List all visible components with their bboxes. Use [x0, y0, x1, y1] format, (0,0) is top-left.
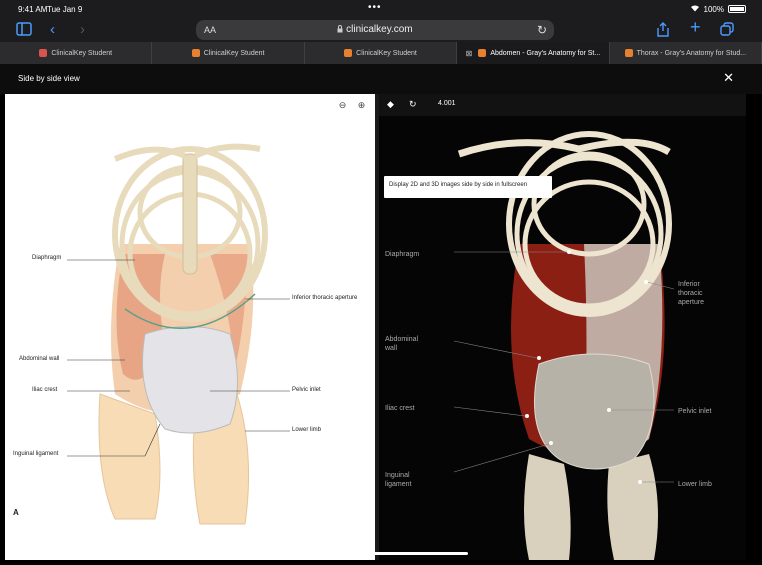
figure-letter: A: [13, 508, 19, 517]
multitasking-dots-icon[interactable]: •••: [368, 2, 382, 13]
favicon-icon: [344, 49, 353, 57]
zoom-in-icon[interactable]: ⊕: [354, 98, 369, 113]
label-iliac-crest: Iliac crest: [32, 387, 58, 393]
label-3d-inguinal-ligament: Inguinal ligament: [385, 472, 412, 488]
tab-3[interactable]: ⊠ Abdomen - Gray's Anatomy for St...: [457, 42, 610, 64]
anatomy-illustration: [67, 143, 290, 525]
tab-label: ClinicalKey Student: [51, 49, 113, 57]
status-right: 100%: [690, 4, 746, 14]
tabs-overview-icon[interactable]: [720, 22, 734, 40]
tooltip: Display 2D and 3D images side by side in…: [384, 176, 552, 198]
model-value: 4.001: [438, 100, 456, 107]
model-toolbar: ◆ ↻ 4.001: [379, 94, 746, 116]
home-indicator[interactable]: [282, 552, 468, 555]
model-panel: ◆ ↻ 4.001 Display 2D and 3D images side …: [379, 94, 746, 560]
favicon-icon: [624, 49, 633, 57]
share-icon[interactable]: [657, 22, 669, 41]
status-time: 9:41 AM: [18, 5, 48, 14]
battery-percent: 100%: [703, 4, 724, 14]
status-date: Tue Jan 9: [47, 5, 83, 14]
favicon-icon: [478, 49, 487, 57]
reset-icon[interactable]: ↻: [409, 99, 417, 110]
label-3d-lower-limb: Lower limb: [678, 481, 712, 488]
tab-label: ClinicalKey Student: [356, 49, 417, 57]
tab-0[interactable]: ClinicalKey Student: [0, 42, 153, 64]
label-inguinal-ligament: Inguinal ligament: [13, 451, 59, 457]
lock-icon: [337, 24, 346, 35]
label-3d-diaphragm: Diaphragm: [385, 251, 420, 258]
label-3d-abdominal-wall: Abdominal wall: [385, 336, 419, 352]
zoom-out-icon[interactable]: ⊖: [335, 98, 350, 113]
tab-2[interactable]: ClinicalKey Student: [305, 42, 458, 64]
label-3d-iliac-crest: Iliac crest: [385, 405, 415, 412]
browser-toolbar: ‹ › AA clinicalkey.com ↻ +: [0, 18, 762, 42]
label-lower-limb: Lower limb: [292, 427, 322, 433]
tab-label: ClinicalKey Student: [203, 49, 265, 57]
illustration-panel: ⊖ ⊕ Diaphragm Inferior thoracic aperture…: [5, 94, 375, 560]
label-3d-inferior-thoracic-aperture: Inferior thoracic aperture: [678, 281, 705, 306]
close-icon[interactable]: ✕: [723, 70, 734, 86]
tab-1[interactable]: ClinicalKey Student: [152, 42, 305, 64]
address-bar[interactable]: AA clinicalkey.com ↻: [196, 20, 554, 40]
new-tab-icon[interactable]: +: [690, 18, 701, 36]
label-3d-pelvic-inlet: Pelvic inlet: [678, 408, 712, 415]
label-abdominal-wall: Abdominal wall: [19, 356, 60, 362]
tab-label: Abdomen - Gray's Anatomy for St...: [490, 49, 601, 57]
zoom-controls: ⊖ ⊕: [335, 98, 369, 113]
wifi-icon: [690, 4, 700, 14]
back-icon[interactable]: ‹: [50, 22, 55, 38]
favicon-icon: [39, 49, 48, 57]
status-bar: 9:41 AM Tue Jan 9 ••• 100%: [0, 0, 762, 18]
label-inferior-thoracic-aperture: Inferior thoracic aperture: [292, 295, 358, 301]
url-text[interactable]: clinicalkey.com: [196, 24, 554, 35]
viewer-header: Side by side view ✕: [0, 64, 762, 94]
tab-label: Thorax - Gray's Anatomy for Stud...: [636, 49, 747, 57]
reload-icon[interactable]: ↻: [537, 23, 547, 37]
viewer-title: Side by side view: [18, 74, 80, 83]
anatomy-3d-model[interactable]: [379, 94, 746, 560]
sidebar-toggle-icon[interactable]: [16, 22, 32, 40]
label-diaphragm: Diaphragm: [32, 255, 62, 261]
tab-close-icon[interactable]: ⊠: [466, 49, 473, 58]
tab-strip: ClinicalKey Student ClinicalKey Student Cl…: [0, 42, 762, 64]
forward-icon[interactable]: ›: [80, 22, 85, 38]
battery-icon: [728, 5, 746, 13]
tab-4[interactable]: Thorax - Gray's Anatomy for Stud...: [610, 42, 762, 64]
favicon-icon: [191, 49, 200, 57]
tag-icon[interactable]: ◆: [387, 99, 394, 110]
url-value: clinicalkey.com: [346, 24, 413, 35]
label-pelvic-inlet: Pelvic inlet: [292, 387, 321, 393]
